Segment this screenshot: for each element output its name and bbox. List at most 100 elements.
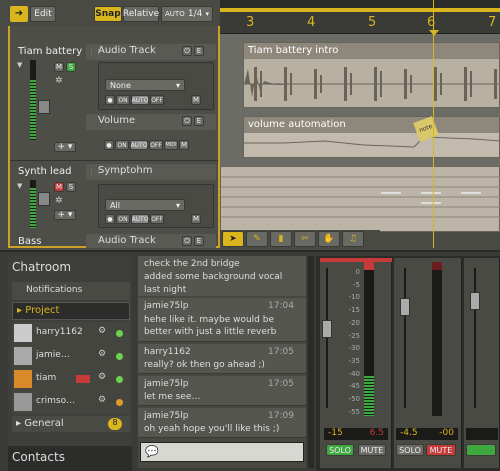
list-item[interactable]: crimso… ⚙ [12,391,130,413]
auto-off-button[interactable]: OFF [149,140,163,150]
solo-button[interactable]: S [66,62,76,72]
music-tool-icon[interactable]: ♫ [342,231,364,247]
edit-module-icon[interactable]: E [194,46,204,56]
edit-module-icon[interactable]: E [194,236,204,246]
fader-track [404,268,406,408]
gear-icon[interactable]: ⚙ [98,372,106,382]
add-menu-button[interactable]: + ▾ [54,142,76,152]
input-select[interactable]: All ▾ [105,199,185,211]
input-select[interactable]: None ▾ [105,79,185,91]
hand-tool-icon[interactable]: ✋ [318,231,340,247]
notifications-item[interactable]: Notifications [12,282,130,300]
track-module-header: Audio Track ⏻ E [86,234,216,248]
solo-button[interactable]: SOLO [326,444,354,456]
module-mute-button[interactable]: M [191,95,201,105]
channel-fader[interactable] [322,320,332,338]
chevron-down-icon[interactable]: ▼ [17,182,25,190]
mute-button[interactable]: MUTE [426,444,456,456]
list-item[interactable]: jamie… ⚙ [12,345,130,367]
eraser-tool-icon[interactable]: ▮ [270,231,292,247]
pencil-tool-icon[interactable]: ✎ [246,231,268,247]
solo-button[interactable]: SOLO [396,444,424,456]
track-volume-fader[interactable] [38,100,50,114]
chevron-down-icon: ▾ [205,10,209,18]
user-name: harry1162 [36,327,83,337]
relative-button[interactable]: Relative [123,6,159,22]
automation-clip[interactable]: volume automation note [243,116,500,158]
input-module: None ▾ ● ON AUTO OFF M [98,62,214,110]
mute-button[interactable]: MUTE [358,444,386,456]
gear-icon[interactable]: ⚙ [98,395,106,405]
channel-readout [466,428,498,440]
edit-module-icon[interactable]: E [194,116,204,126]
list-item[interactable]: harry1162 ⚙ [12,322,130,344]
power-icon[interactable]: ⏻ [182,236,192,246]
track-view-toggle[interactable]: ➜ [10,6,28,22]
track-divider [10,160,218,161]
timeline-ruler[interactable]: 3 4 5 6 7 [220,12,500,34]
volume-value: -15 [328,428,343,438]
midi-button[interactable]: MIDI [164,140,178,150]
track-type-label: Symptohm [98,165,153,176]
volume-value: -4.5 [400,428,418,438]
chevron-down-icon[interactable]: ▼ [17,61,25,69]
auto-on-button[interactable]: ON [116,95,130,105]
solo-button[interactable] [466,444,496,456]
channel-fader[interactable] [400,298,410,316]
add-menu-button[interactable]: + ▾ [54,210,76,220]
db-tick: -25 [348,331,360,340]
snap-button[interactable]: Snap [94,6,122,22]
user-name: crimso… [36,396,76,406]
track-name[interactable]: Tiam battery [18,46,82,57]
playhead[interactable] [433,0,434,248]
list-item[interactable]: tiam ⚙ [12,368,130,390]
track-volume-fader[interactable] [38,192,50,206]
chat-message: jamie75lp 17:04 hehe like it. maybe woul… [138,298,306,342]
message-text: oh yeah hope you'll like this ;) [144,424,280,434]
auto-mode-button[interactable]: AUTO [130,140,148,150]
chat-scrollbar[interactable] [308,256,314,468]
settings-icon[interactable]: ✲ [55,76,63,86]
project-item[interactable]: ▸ Project [12,302,130,320]
auto-mode-button[interactable]: AUTO [131,95,149,105]
contacts-header[interactable]: Contacts [8,446,132,471]
gear-icon[interactable]: ⚙ [98,349,106,359]
power-icon[interactable]: ⏻ [182,116,192,126]
solo-button[interactable]: S [66,182,76,192]
gear-icon[interactable]: ⚙ [98,326,106,336]
message-text: really? ok then go ahead ;) [144,360,265,370]
auto-on-button[interactable]: ON [115,140,129,150]
auto-mode-button[interactable]: AUTO [131,214,149,224]
scissors-tool-icon[interactable]: ✂ [294,231,316,247]
midi-clip[interactable] [220,166,500,232]
general-item[interactable]: ▸ General 8 [12,416,130,432]
playhead-marker-icon[interactable] [429,30,439,36]
message-text: let me see… [144,392,201,402]
track-name[interactable]: Synth lead [18,166,71,177]
snap-grid-select[interactable]: AUTO 1/4 ▾ [161,6,213,22]
chat-input[interactable]: 💬 [140,442,304,462]
audio-clip[interactable]: Tiam battery intro [243,42,500,108]
mute-button[interactable]: M [54,62,64,72]
edit-button[interactable]: Edit [30,6,56,22]
record-icon[interactable]: ● [104,140,114,150]
module-mute-button[interactable]: M [179,140,189,150]
track-name[interactable]: Bass [18,236,41,247]
auto-off-button[interactable]: OFF [150,214,164,224]
auto-on-button[interactable]: ON [116,214,130,224]
general-label: General [24,418,64,429]
module-mute-button[interactable]: M [191,214,201,224]
mute-button[interactable]: M [54,182,64,192]
record-icon[interactable]: ● [105,214,115,224]
channel-fader[interactable] [470,292,480,310]
power-icon[interactable]: ⏻ [182,46,192,56]
db-tick: -10 [348,293,360,302]
online-status-icon [116,330,123,337]
chevron-down-icon: ▾ [175,80,180,90]
track-type-label: Audio Track [98,45,156,56]
pointer-tool-icon[interactable]: ➤ [222,231,244,247]
settings-icon[interactable]: ✲ [55,196,63,206]
record-icon[interactable]: ● [105,95,115,105]
auto-off-button[interactable]: OFF [150,95,164,105]
message-time: 17:04 [268,301,294,311]
